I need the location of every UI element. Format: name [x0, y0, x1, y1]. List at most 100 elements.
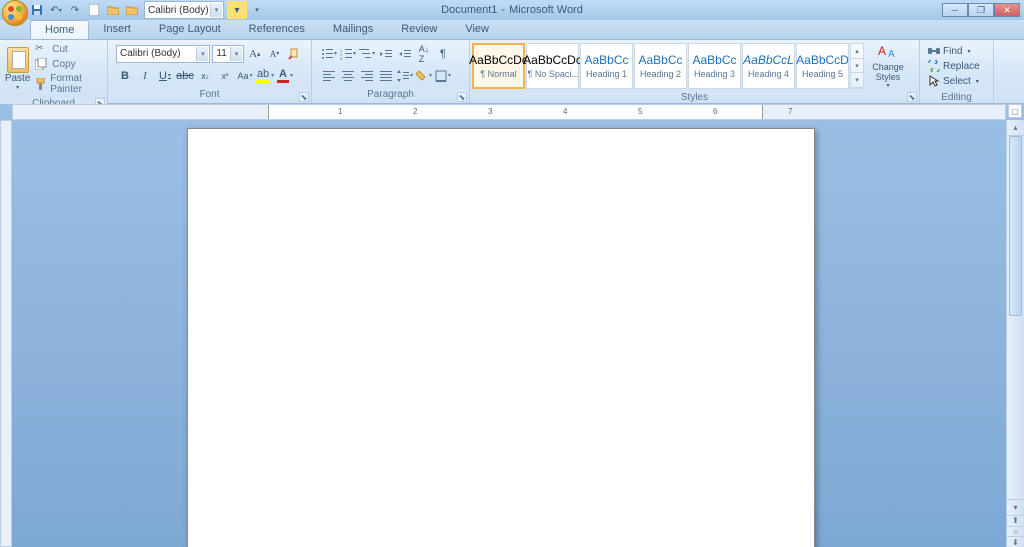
next-page-icon[interactable]: ⬇: [1007, 536, 1024, 547]
tab-review[interactable]: Review: [387, 20, 451, 39]
close-button[interactable]: ✕: [994, 3, 1020, 17]
paste-button[interactable]: Paste ▾: [4, 45, 31, 93]
gallery-scroll[interactable]: ▴▾▾: [850, 43, 864, 89]
office-button[interactable]: [2, 0, 28, 26]
cut-button[interactable]: ✂Cut: [33, 42, 103, 56]
scroll-down-icon[interactable]: ▾: [1007, 499, 1024, 515]
multilevel-list-button[interactable]: ▾: [358, 45, 376, 63]
highlight-icon[interactable]: ▾: [227, 1, 247, 19]
format-painter-button[interactable]: Format Painter: [33, 72, 103, 96]
font-size-combo[interactable]: 11▾: [212, 45, 244, 63]
tab-mailings[interactable]: Mailings: [319, 20, 387, 39]
align-right-button[interactable]: [358, 67, 376, 85]
tab-page-layout[interactable]: Page Layout: [145, 20, 235, 39]
style-heading-2[interactable]: AaBbCcHeading 2: [634, 43, 687, 89]
tab-references[interactable]: References: [235, 20, 319, 39]
horizontal-ruler[interactable]: 1234567: [12, 104, 1006, 120]
qat-customize-icon[interactable]: ▾: [248, 1, 266, 19]
style-preview: AaBbCcDc: [469, 53, 528, 67]
change-case-button[interactable]: Aa▾: [236, 67, 254, 85]
numbering-button[interactable]: 123▾: [339, 45, 357, 63]
vertical-ruler[interactable]: [0, 120, 12, 547]
document-viewport[interactable]: [12, 120, 1006, 547]
binoculars-icon: [928, 45, 940, 57]
borders-button[interactable]: ▾: [434, 67, 452, 85]
sort-button[interactable]: A↓Z: [415, 45, 433, 63]
style--no-spaci-[interactable]: AaBbCcDc¶ No Spaci...: [526, 43, 579, 89]
tab-home[interactable]: Home: [30, 20, 89, 39]
styles-launcher[interactable]: ⬊: [907, 92, 917, 102]
group-label-styles: Styles⬊: [470, 92, 919, 103]
new-doc-icon[interactable]: [85, 1, 103, 19]
style-preview: AaBbCc: [584, 53, 628, 67]
gallery-down-icon[interactable]: ▾: [851, 59, 863, 74]
paragraph-launcher[interactable]: ⬊: [457, 92, 467, 102]
maximize-button[interactable]: ❐: [968, 3, 994, 17]
tab-view[interactable]: View: [451, 20, 503, 39]
style--normal[interactable]: AaBbCcDc¶ Normal: [472, 43, 525, 89]
style-name: Heading 3: [694, 69, 735, 79]
copy-icon: [35, 58, 49, 70]
italic-button[interactable]: I: [136, 67, 154, 85]
grow-font-button[interactable]: A▴: [246, 45, 264, 63]
open-icon[interactable]: [104, 1, 122, 19]
style-preview: AaBbCcD: [796, 53, 849, 67]
svg-text:A: A: [878, 44, 886, 58]
copy-button[interactable]: Copy: [33, 57, 103, 71]
shrink-font-button[interactable]: A▾: [266, 45, 284, 63]
gallery-more-icon[interactable]: ▾: [851, 73, 863, 88]
clear-formatting-button[interactable]: [285, 45, 303, 63]
style-preview: AaBbCcDc: [523, 53, 582, 67]
dropdown-icon[interactable]: ▾: [196, 47, 208, 61]
cursor-icon: [928, 75, 940, 87]
ruler-toggle[interactable]: ▢: [1008, 104, 1022, 118]
redo-icon[interactable]: ↷: [66, 1, 84, 19]
change-styles-button[interactable]: AAChangeStyles▾: [868, 42, 908, 90]
align-left-button[interactable]: [320, 67, 338, 85]
strikethrough-button[interactable]: abc: [176, 67, 194, 85]
minimize-button[interactable]: ─: [942, 3, 968, 17]
undo-icon[interactable]: ↶▾: [47, 1, 65, 19]
dropdown-icon[interactable]: ▾: [210, 3, 222, 17]
print-preview-icon[interactable]: [123, 1, 141, 19]
highlight-color-button[interactable]: ab▾: [256, 67, 274, 85]
font-launcher[interactable]: ⬊: [299, 92, 309, 102]
replace-icon: [928, 60, 940, 72]
superscript-button[interactable]: x²: [216, 67, 234, 85]
style-heading-1[interactable]: AaBbCcHeading 1: [580, 43, 633, 89]
select-button[interactable]: Select▾: [926, 74, 982, 88]
browse-object-icon[interactable]: ○: [1007, 526, 1024, 537]
gallery-up-icon[interactable]: ▴: [851, 44, 863, 59]
underline-button[interactable]: U▾: [156, 67, 174, 85]
style-heading-4[interactable]: AaBbCcLHeading 4: [742, 43, 795, 89]
style-heading-5[interactable]: AaBbCcD Heading 5: [796, 43, 849, 89]
page[interactable]: [187, 128, 815, 547]
justify-button[interactable]: [377, 67, 395, 85]
line-spacing-button[interactable]: ▾: [396, 67, 414, 85]
style-heading-3[interactable]: AaBbCcHeading 3: [688, 43, 741, 89]
ruler-mark: 2: [413, 107, 417, 116]
bullets-button[interactable]: ▾: [320, 45, 338, 63]
scroll-thumb[interactable]: [1009, 136, 1022, 316]
style-name: Heading 5: [802, 69, 843, 79]
tab-insert[interactable]: Insert: [89, 20, 145, 39]
group-label-editing: Editing: [920, 92, 993, 103]
save-icon[interactable]: [28, 1, 46, 19]
font-color-button[interactable]: A▾: [276, 67, 294, 85]
replace-button[interactable]: Replace: [926, 59, 982, 73]
decrease-indent-button[interactable]: [377, 45, 395, 63]
increase-indent-button[interactable]: [396, 45, 414, 63]
prev-page-icon[interactable]: ⬆: [1007, 515, 1024, 526]
dropdown-icon[interactable]: ▾: [230, 47, 242, 61]
subscript-button[interactable]: x₂: [196, 67, 214, 85]
show-marks-button[interactable]: ¶: [434, 45, 452, 63]
scroll-up-icon[interactable]: ▴: [1007, 120, 1024, 136]
align-center-button[interactable]: [339, 67, 357, 85]
group-styles: AaBbCcDc¶ NormalAaBbCcDc¶ No Spaci...AaB…: [470, 40, 920, 103]
bold-button[interactable]: B: [116, 67, 134, 85]
find-button[interactable]: Find▾: [926, 44, 982, 58]
qat-font-combo[interactable]: Calibri (Body)▾: [144, 1, 224, 19]
font-name-combo[interactable]: Calibri (Body)▾: [116, 45, 210, 63]
shading-button[interactable]: ▾: [415, 67, 433, 85]
vertical-scrollbar[interactable]: ▴ ▾ ⬆ ○ ⬇: [1006, 120, 1024, 547]
